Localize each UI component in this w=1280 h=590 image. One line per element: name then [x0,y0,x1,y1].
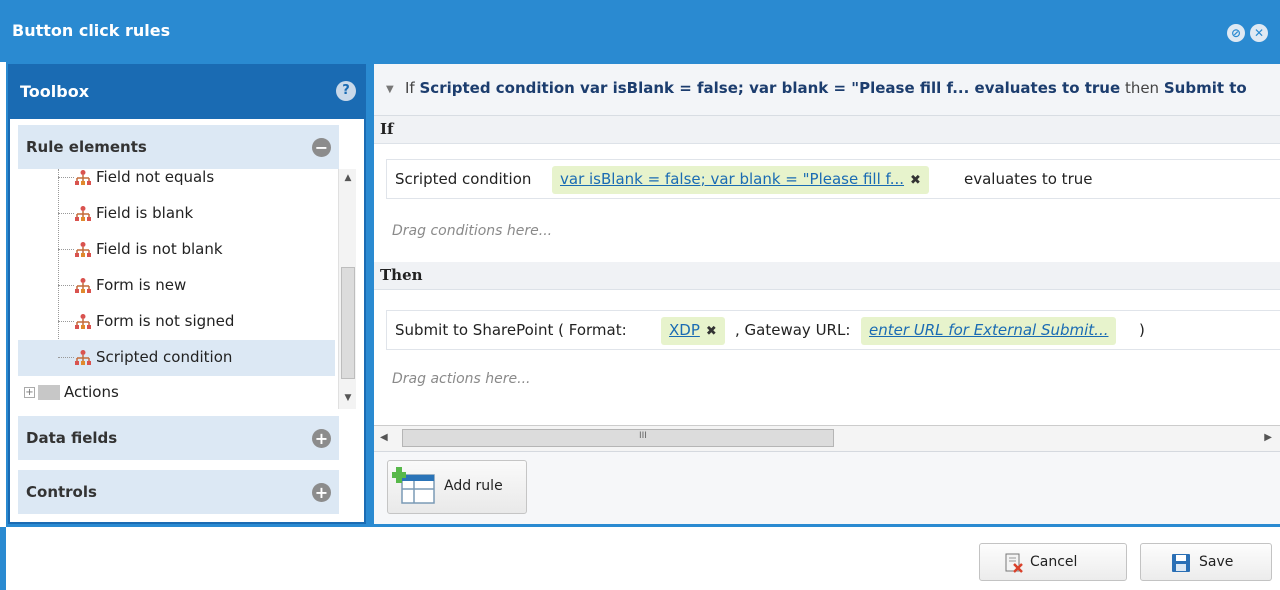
horizontal-scrollbar[interactable]: ◀ III ▶ [374,425,1280,451]
then-section-label: Then [374,262,1280,290]
folder-icon [38,385,60,400]
tree-item-label: Field is blank [96,204,194,222]
scrollbar-thumb[interactable] [341,267,355,379]
action-prefix: Submit to SharePoint ( Format: [395,321,627,339]
rule-element-icon [75,350,91,365]
condition-suffix: evaluates to true [964,170,1093,188]
tree-item-field-is-blank[interactable]: Field is blank [18,196,335,232]
expand-icon[interactable]: + [24,387,35,398]
drag-actions-placeholder[interactable]: Drag actions here... [392,371,531,387]
tree-item-label: Scripted condition [96,348,233,366]
scrollbar-thumb[interactable]: III [402,429,834,447]
rule-summary: If Scripted condition var isBlank = fals… [405,79,1247,97]
data-fields-label: Data fields [26,429,118,447]
action-middle: , Gateway URL: [735,321,851,339]
toolbox-body: Rule elements − Field not equals Field i… [10,119,364,522]
remove-icon[interactable]: ✖ [706,324,717,339]
save-label: Save [1199,554,1234,570]
gateway-url-chip[interactable]: enter URL for External Submit... [861,317,1117,345]
action-row[interactable]: Submit to SharePoint ( Format: XDP ✖ , Ga… [386,310,1280,350]
add-rule-area: Add rule [374,451,1280,524]
collapse-icon[interactable]: − [312,138,331,157]
tree-item-label: Form is not signed [96,312,235,330]
dialog-footer: Cancel Save [0,527,1280,590]
cancel-icon [1005,553,1023,573]
controls-label: Controls [26,483,97,501]
rule-element-icon [75,314,91,329]
rule-element-icon [75,206,91,221]
expand-icon[interactable]: + [312,429,331,448]
tree-scrollbar[interactable]: ▲ ▼ [338,169,356,409]
if-section-label: If [374,116,1280,144]
dialog-titlebar: Button click rules ⊘ ✕ [0,0,1280,62]
tree-item-scripted-condition[interactable]: Scripted condition [18,340,335,376]
toolbox-panel: Toolbox ? Rule elements − Field not equa… [8,64,366,524]
close-icon[interactable]: ✕ [1250,24,1268,42]
tree-item-actions-folder[interactable]: + Actions [18,375,335,409]
data-fields-header[interactable]: Data fields + [18,416,339,460]
tree-item-field-not-equals[interactable]: Field not equals [18,169,335,196]
rules-panel: ▼ If Scripted condition var isBlank = fa… [374,64,1280,524]
cancel-label: Cancel [1030,554,1078,570]
actions-folder-label: Actions [64,383,119,401]
scroll-down-icon[interactable]: ▼ [343,393,353,405]
scroll-left-icon[interactable]: ◀ [380,432,388,443]
drag-conditions-placeholder[interactable]: Drag conditions here... [392,223,552,239]
toolbox-title: Toolbox [20,82,90,101]
condition-prefix: Scripted condition [395,170,532,188]
tree-item-label: Field is not blank [96,240,223,258]
rule-elements-header[interactable]: Rule elements − [18,125,339,169]
script-value-chip[interactable]: var isBlank = false; var blank = "Please… [552,166,929,194]
save-button[interactable]: Save [1140,543,1272,581]
toolbox-header: Toolbox ? [8,64,366,119]
condition-row[interactable]: Scripted condition var isBlank = false; … [386,159,1280,199]
minimize-icon[interactable]: ⊘ [1227,24,1245,42]
dialog-title: Button click rules [12,21,171,40]
collapse-triangle-icon[interactable]: ▼ [386,84,394,95]
tree-item-label: Field not equals [96,169,215,186]
rule-element-icon [75,242,91,257]
save-icon [1172,554,1190,572]
tree-item-field-is-not-blank[interactable]: Field is not blank [18,232,335,268]
expand-icon[interactable]: + [312,483,331,502]
help-icon[interactable]: ? [336,81,356,101]
scroll-right-icon[interactable]: ▶ [1264,432,1272,443]
cancel-button[interactable]: Cancel [979,543,1127,581]
rule-element-icon [75,170,91,185]
tree-item-label: Form is new [96,276,187,294]
tree-item-form-is-new[interactable]: Form is new [18,268,335,304]
rule-element-icon [75,278,91,293]
rule-summary-header[interactable]: ▼ If Scripted condition var isBlank = fa… [374,64,1280,116]
add-rule-icon [392,467,435,504]
add-rule-label: Add rule [444,478,503,494]
format-value-chip[interactable]: XDP ✖ [661,317,725,345]
remove-icon[interactable]: ✖ [910,173,921,188]
scroll-up-icon[interactable]: ▲ [343,173,353,185]
rule-elements-tree: Field not equals Field is blank Field is… [18,169,339,409]
tree-item-form-is-not-signed[interactable]: Form is not signed [18,304,335,340]
add-rule-button[interactable]: Add rule [387,460,527,514]
controls-header[interactable]: Controls + [18,470,339,514]
rule-elements-label: Rule elements [26,138,147,156]
action-suffix: ) [1139,321,1145,339]
